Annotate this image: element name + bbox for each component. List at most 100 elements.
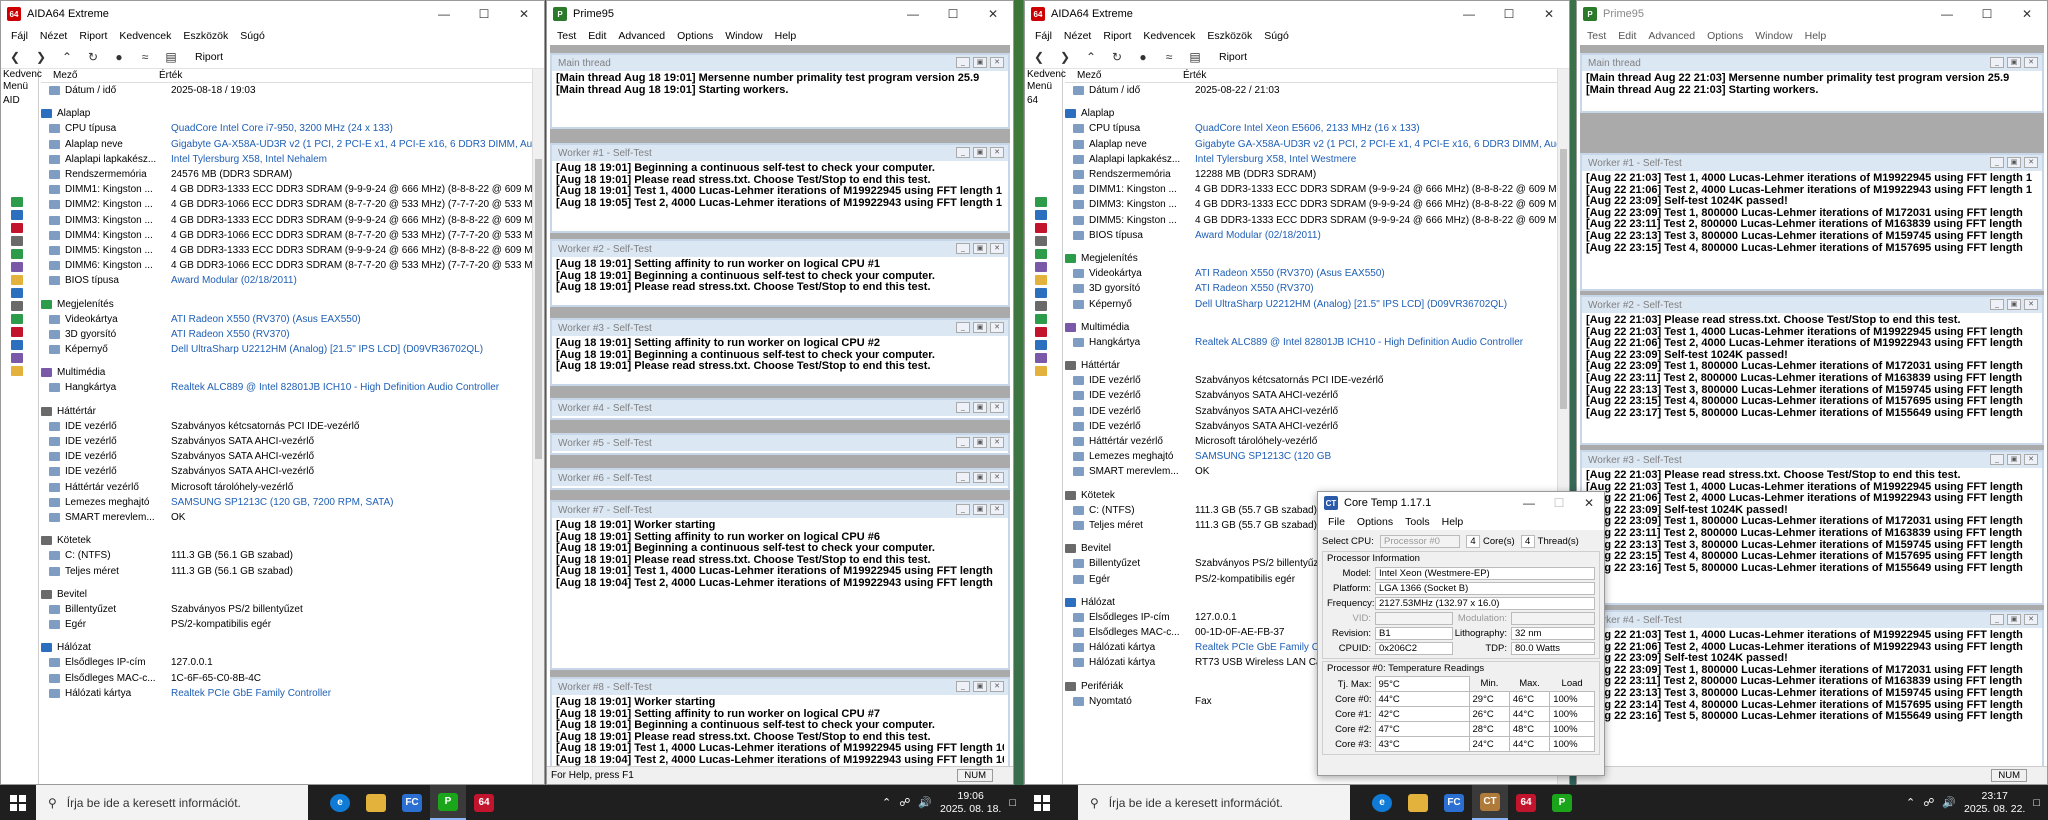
value-link[interactable]: ATI Radeon X550 (RV370) (Asus EAX550) — [1195, 268, 1557, 279]
coretemp-titlebar[interactable]: CT Core Temp 1.17.1 — ☐ ✕ — [1318, 492, 1604, 514]
worker-window[interactable]: Main thread _ ▣ ✕ [Main thread Aug 18 19:01]… — [550, 53, 1010, 129]
minimize-button[interactable]: _ — [956, 681, 970, 692]
detail-row[interactable]: Billentyűzet Szabványos PS/2 billentyűzet — [41, 602, 532, 617]
detail-row[interactable]: Teljes méret 111.3 GB (56.1 GB szabad) — [41, 563, 532, 578]
tree-node-icon[interactable] — [1035, 327, 1047, 337]
chart-icon[interactable]: ≈ — [1161, 50, 1177, 64]
taskbar-search[interactable]: ⚲ Írja be ide a keresett információt. — [1078, 785, 1350, 820]
worker-window[interactable]: Worker #4 - Self-Test _ ▣ ✕ [Aug 22 21:03] T… — [1580, 610, 2044, 770]
detail-row[interactable]: Hangkártya Realtek ALC889 @ Intel 82801JB… — [1065, 335, 1557, 350]
detail-row[interactable]: 3D gyorsító ATI Radeon X550 (RV370) — [1065, 281, 1557, 296]
taskbar-clock[interactable]: 19:06 2025. 08. 18. — [940, 790, 1001, 816]
detail-row[interactable]: IDE vezérlő Szabványos SATA AHCI-vezérlő — [1065, 419, 1557, 434]
prime95-taskbar-icon[interactable]: P — [430, 785, 466, 820]
menu-item[interactable]: Options — [671, 30, 719, 42]
detail-row[interactable]: Egér PS/2-kompatibilis egér — [41, 617, 532, 632]
tree-node-icon[interactable] — [1035, 288, 1047, 298]
menu-item[interactable]: Help — [769, 30, 803, 42]
detail-row[interactable]: DIMM1: Kingston ... 4 GB DDR3-1333 ECC DD… — [1065, 182, 1557, 197]
restore-button[interactable]: ▣ — [973, 243, 987, 254]
tree-node-icon[interactable] — [1035, 301, 1047, 311]
menu-tab[interactable]: Menü — [1, 81, 38, 93]
value-link[interactable]: SAMSUNG SP1213C (120 GB — [1195, 451, 1557, 462]
close-button[interactable]: ✕ — [973, 1, 1013, 27]
menu-item[interactable]: Help — [1436, 516, 1470, 528]
maximize-button[interactable]: ☐ — [1967, 1, 2007, 27]
coretemp-window[interactable]: CT Core Temp 1.17.1 — ☐ ✕ File Options T… — [1317, 491, 1605, 776]
favorites-tab[interactable]: Kedvenc — [1025, 69, 1066, 81]
tree-node-icon[interactable] — [11, 249, 23, 259]
coretemp-taskbar-icon[interactable]: CT — [1472, 785, 1508, 820]
menu-item[interactable]: Riport — [73, 30, 113, 42]
detail-row[interactable]: Elsődleges IP-cím 127.0.0.1 — [41, 655, 532, 670]
detail-row[interactable]: CPU típusa QuadCore Intel Core i7-950, 32… — [41, 121, 532, 136]
worker-window[interactable]: Worker #5 - Self-Test _ ▣ ✕ — [550, 433, 1010, 455]
worker-window[interactable]: Worker #1 - Self-Test _ ▣ ✕ [Aug 18 19:01] B… — [550, 143, 1010, 233]
category-row[interactable]: Megjelenítés — [41, 296, 532, 311]
value-link[interactable]: SAMSUNG SP1213C (120 GB, 7200 RPM, SATA) — [171, 497, 532, 508]
value-link[interactable]: Realtek ALC889 @ Intel 82801JB ICH10 - H… — [1195, 337, 1557, 348]
maximize-button[interactable]: ☐ — [1489, 1, 1529, 27]
minimize-button[interactable]: _ — [1990, 454, 2004, 465]
tree-node-icon[interactable] — [11, 236, 23, 246]
worker-window[interactable]: Worker #3 - Self-Test _ ▣ ✕ [Aug 18 19:01] S… — [550, 318, 1010, 386]
tree-node-icon[interactable] — [11, 353, 23, 363]
menu-item[interactable]: Window — [719, 30, 768, 42]
minimize-button[interactable]: — — [424, 1, 464, 27]
taskbar-search[interactable]: ⚲ Írja be ide a keresett információt. — [36, 785, 308, 820]
tree-node-icon[interactable] — [1035, 262, 1047, 272]
minimize-button[interactable]: _ — [956, 472, 970, 483]
value-link[interactable]: Gigabyte GA-X58A-UD3R v2 (1 PCI, 2 PCI-E… — [171, 139, 532, 150]
notification-icon[interactable]: □ — [2033, 797, 2040, 809]
worker-window[interactable]: Main thread _ ▣ ✕ [Main thread Aug 22 21:03]… — [1580, 53, 2044, 113]
worker-window-titlebar[interactable]: Worker #2 - Self-Test _ ▣ ✕ — [1582, 297, 2042, 313]
menu-item[interactable]: Advanced — [612, 30, 671, 42]
menu-item[interactable]: Test — [551, 30, 582, 42]
aida64-titlebar[interactable]: 64 AIDA64 Extreme — ☐ ✕ — [1025, 1, 1569, 27]
back-icon[interactable]: ❮ — [1031, 50, 1047, 64]
tree-node-icon[interactable] — [1035, 197, 1047, 207]
aida-tree-root[interactable]: 64 — [1025, 95, 1062, 107]
minimize-button[interactable]: _ — [956, 402, 970, 413]
report-icon[interactable]: ▤ — [163, 50, 179, 64]
menu-item[interactable]: Nézet — [1058, 30, 1097, 42]
detail-row[interactable]: IDE vezérlő Szabványos kétcsatornás PCI I… — [41, 419, 532, 434]
close-button[interactable]: ✕ — [2024, 157, 2038, 168]
column-header-value[interactable]: Érték — [1183, 70, 1206, 81]
minimize-button[interactable]: _ — [956, 322, 970, 333]
tree-node-icon[interactable] — [1035, 249, 1047, 259]
close-button[interactable]: ✕ — [990, 504, 1004, 515]
user-icon[interactable]: ● — [1135, 50, 1151, 64]
select-cpu-dropdown[interactable]: Processor #0 — [1380, 535, 1460, 548]
minimize-button[interactable]: — — [1927, 1, 1967, 27]
detail-row[interactable]: DIMM5: Kingston ... 4 GB DDR3-1333 ECC DD… — [1065, 213, 1557, 228]
menu-item[interactable]: Fájl — [5, 30, 34, 42]
minimize-button[interactable]: _ — [956, 57, 970, 68]
aida64-window[interactable]: 64 AIDA64 Extreme — ☐ ✕ Fájl Nézet Ripor… — [0, 0, 545, 785]
detail-row[interactable]: Alaplapi lapkakész... Intel Tylersburg X5… — [1065, 152, 1557, 167]
tree-node-icon[interactable] — [11, 275, 23, 285]
refresh-icon[interactable]: ↻ — [85, 50, 101, 64]
worker-window-titlebar[interactable]: Worker #4 - Self-Test _ ▣ ✕ — [1582, 612, 2042, 628]
tree-node-icon[interactable] — [11, 223, 23, 233]
explorer-taskbar-icon[interactable] — [358, 785, 394, 820]
close-button[interactable]: ✕ — [990, 472, 1004, 483]
category-row[interactable]: Alaplap — [1065, 106, 1557, 121]
worker-window-titlebar[interactable]: Worker #3 - Self-Test _ ▣ ✕ — [552, 320, 1008, 336]
worker-window-titlebar[interactable]: Worker #6 - Self-Test _ ▣ ✕ — [552, 470, 1008, 486]
restore-button[interactable]: ▣ — [973, 472, 987, 483]
detail-row[interactable]: Alaplap neve Gigabyte GA-X58A-UD3R v2 (1 … — [1065, 137, 1557, 152]
menu-tab[interactable]: Menü — [1025, 81, 1062, 93]
volume-icon[interactable]: 🔊 — [918, 796, 932, 809]
worker-window-titlebar[interactable]: Worker #1 - Self-Test _ ▣ ✕ — [552, 145, 1008, 161]
close-button[interactable]: ✕ — [2024, 299, 2038, 310]
detail-row[interactable]: DIMM6: Kingston ... 4 GB DDR3-1066 ECC DD… — [41, 258, 532, 273]
menu-item[interactable]: Options — [1701, 30, 1749, 42]
detail-row[interactable]: BIOS típusa Award Modular (02/18/2011) — [41, 273, 532, 288]
value-link[interactable]: Gigabyte GA-X58A-UD3R v2 (1 PCI, 2 PCI-E… — [1195, 139, 1557, 150]
tree-node-icon[interactable] — [11, 301, 23, 311]
aida64-taskbar-icon[interactable]: 64 — [1508, 785, 1544, 820]
menu-item[interactable]: Tools — [1399, 516, 1436, 528]
report-button-label[interactable]: Riport — [195, 51, 223, 63]
menu-item[interactable]: Eszközök — [1201, 30, 1258, 42]
